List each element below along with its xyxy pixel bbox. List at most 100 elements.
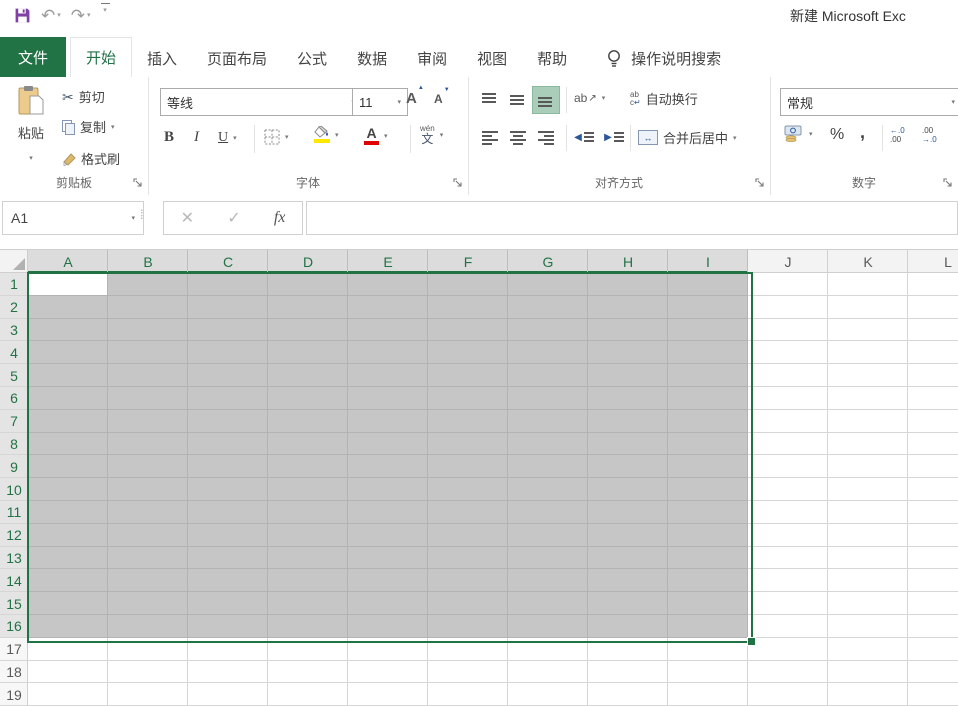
cell-D14[interactable] (268, 569, 348, 592)
cell-E1[interactable] (348, 273, 428, 296)
column-header-E[interactable]: E (348, 250, 428, 273)
cell-H3[interactable] (588, 319, 668, 342)
alignment-dialog-launcher-icon[interactable] (755, 178, 766, 189)
paste-dropdown-caret[interactable]: ▾ (29, 154, 33, 162)
cell-J19[interactable] (748, 683, 828, 706)
cell-D1[interactable] (268, 273, 348, 296)
cell-D5[interactable] (268, 364, 348, 387)
clipboard-dialog-launcher-icon[interactable] (133, 178, 144, 189)
cell-H2[interactable] (588, 296, 668, 319)
cell-A17[interactable] (28, 638, 108, 661)
font-size-caret[interactable]: ▾ (397, 98, 401, 106)
cell-J10[interactable] (748, 478, 828, 501)
cell-J9[interactable] (748, 455, 828, 478)
cell-B18[interactable] (108, 661, 188, 684)
cell-L19[interactable] (908, 683, 958, 706)
undo-button[interactable]: ↶ ▾ (41, 3, 61, 27)
cell-K19[interactable] (828, 683, 908, 706)
cell-B9[interactable] (108, 455, 188, 478)
increase-font-size-button[interactable]: A▲ (406, 90, 417, 107)
cell-A11[interactable] (28, 501, 108, 524)
cell-E18[interactable] (348, 661, 428, 684)
cell-D6[interactable] (268, 387, 348, 410)
tab-页面布局[interactable]: 页面布局 (192, 39, 282, 78)
row-header-6[interactable]: 6 (0, 387, 28, 410)
cell-E4[interactable] (348, 341, 428, 364)
cell-H17[interactable] (588, 638, 668, 661)
tab-数据[interactable]: 数据 (342, 39, 402, 78)
row-header-9[interactable]: 9 (0, 455, 28, 478)
wrap-text-button[interactable]: ab c↵ 自动换行 (630, 89, 698, 108)
bold-button[interactable]: B (164, 129, 174, 146)
cell-K9[interactable] (828, 455, 908, 478)
cell-F15[interactable] (428, 592, 508, 615)
row-header-7[interactable]: 7 (0, 410, 28, 433)
cell-F18[interactable] (428, 661, 508, 684)
phonetic-caret[interactable]: ▾ (440, 131, 444, 139)
cell-L7[interactable] (908, 410, 958, 433)
cell-H12[interactable] (588, 524, 668, 547)
cell-G18[interactable] (508, 661, 588, 684)
row-header-3[interactable]: 3 (0, 319, 28, 342)
cell-B10[interactable] (108, 478, 188, 501)
cell-J14[interactable] (748, 569, 828, 592)
cell-J2[interactable] (748, 296, 828, 319)
cell-E19[interactable] (348, 683, 428, 706)
cell-F17[interactable] (428, 638, 508, 661)
column-header-L[interactable]: L (908, 250, 958, 273)
cell-H5[interactable] (588, 364, 668, 387)
tab-插入[interactable]: 插入 (132, 39, 192, 78)
borders-caret[interactable]: ▾ (285, 133, 289, 141)
cell-K6[interactable] (828, 387, 908, 410)
cell-C10[interactable] (188, 478, 268, 501)
row-header-2[interactable]: 2 (0, 296, 28, 319)
cell-J5[interactable] (748, 364, 828, 387)
customize-qat-button[interactable]: ▾ (101, 3, 110, 27)
cell-F16[interactable] (428, 615, 508, 638)
cell-E17[interactable] (348, 638, 428, 661)
row-header-18[interactable]: 18 (0, 661, 28, 684)
cell-I19[interactable] (668, 683, 748, 706)
cell-J8[interactable] (748, 433, 828, 456)
row-header-15[interactable]: 15 (0, 592, 28, 615)
cell-I8[interactable] (668, 433, 748, 456)
row-header-17[interactable]: 17 (0, 638, 28, 661)
cell-K5[interactable] (828, 364, 908, 387)
cell-E6[interactable] (348, 387, 428, 410)
orientation-caret[interactable]: ▾ (602, 94, 606, 102)
cell-D8[interactable] (268, 433, 348, 456)
cell-L18[interactable] (908, 661, 958, 684)
column-header-F[interactable]: F (428, 250, 508, 273)
cell-I3[interactable] (668, 319, 748, 342)
cell-G16[interactable] (508, 615, 588, 638)
cell-F4[interactable] (428, 341, 508, 364)
number-format-caret[interactable]: ▾ (951, 98, 955, 106)
cell-G6[interactable] (508, 387, 588, 410)
cancel-icon[interactable]: ✕ (181, 208, 194, 228)
cell-H6[interactable] (588, 387, 668, 410)
format-painter-button[interactable]: 格式刷 (62, 149, 120, 168)
fill-color-button[interactable]: ▾ (314, 126, 339, 143)
cell-C5[interactable] (188, 364, 268, 387)
number-dialog-launcher-icon[interactable] (943, 178, 954, 189)
cell-C7[interactable] (188, 410, 268, 433)
column-header-D[interactable]: D (268, 250, 348, 273)
cell-A4[interactable] (28, 341, 108, 364)
cell-I17[interactable] (668, 638, 748, 661)
cell-C16[interactable] (188, 615, 268, 638)
font-size-combo[interactable]: 11 ▾ (352, 88, 408, 116)
cell-E12[interactable] (348, 524, 428, 547)
column-header-G[interactable]: G (508, 250, 588, 273)
cell-A8[interactable] (28, 433, 108, 456)
cell-D10[interactable] (268, 478, 348, 501)
cell-D9[interactable] (268, 455, 348, 478)
cell-H13[interactable] (588, 547, 668, 570)
cell-G10[interactable] (508, 478, 588, 501)
cell-G13[interactable] (508, 547, 588, 570)
row-header-11[interactable]: 11 (0, 501, 28, 524)
cell-H16[interactable] (588, 615, 668, 638)
cell-L15[interactable] (908, 592, 958, 615)
cell-B2[interactable] (108, 296, 188, 319)
cell-L12[interactable] (908, 524, 958, 547)
cell-J17[interactable] (748, 638, 828, 661)
